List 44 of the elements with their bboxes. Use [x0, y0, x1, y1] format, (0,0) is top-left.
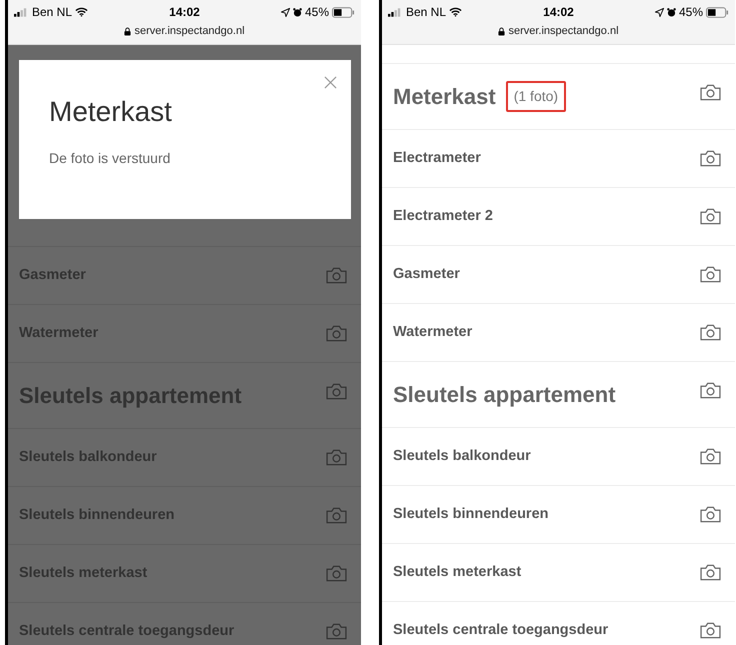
- lock-icon: [498, 26, 506, 36]
- battery-icon: [332, 6, 355, 18]
- location-arrow-icon: [280, 8, 290, 16]
- item-label: Sleutels binnendeuren: [393, 504, 548, 524]
- wifi-icon: [449, 7, 462, 17]
- camera-icon[interactable]: [700, 208, 721, 225]
- camera-icon[interactable]: [700, 506, 721, 523]
- status-time: 14:02: [542, 4, 575, 21]
- camera-icon[interactable]: [700, 266, 721, 283]
- alarm-clock-icon: [292, 8, 302, 16]
- signal-icon: [388, 8, 403, 16]
- alarm-clock-icon: [666, 8, 676, 16]
- camera-icon[interactable]: [700, 150, 721, 167]
- section-heading: Sleutels appartement: [393, 381, 616, 409]
- item-label: Electrameter: [393, 148, 481, 168]
- camera-icon[interactable]: [700, 564, 721, 581]
- carrier-name: Ben NL: [32, 4, 72, 21]
- camera-icon[interactable]: [700, 324, 721, 341]
- camera-icon[interactable]: [700, 382, 721, 399]
- page-url[interactable]: server.inspectandgo.nl: [508, 23, 619, 40]
- status-time: 14:02: [168, 4, 201, 21]
- carrier-name: Ben NL: [406, 4, 446, 21]
- dialog-title: Meterkast: [49, 96, 173, 128]
- section-heading: Meterkast: [393, 83, 496, 111]
- photo-count: (1 foto): [506, 81, 566, 112]
- dialog-message: De foto is verstuurd: [49, 149, 172, 168]
- item-label: Sleutels centrale toegangsdeur: [393, 620, 608, 640]
- item-label: Sleutels balkondeur: [393, 446, 531, 466]
- battery-percent: 45%: [304, 4, 329, 21]
- item-label: Watermeter: [393, 322, 472, 342]
- close-icon[interactable]: [324, 76, 337, 89]
- camera-icon[interactable]: [700, 622, 721, 639]
- item-label: Sleutels meterkast: [393, 562, 522, 582]
- location-arrow-icon: [654, 8, 664, 16]
- battery-percent: 45%: [678, 4, 703, 21]
- page-url[interactable]: server.inspectandgo.nl: [134, 23, 245, 40]
- signal-icon: [14, 8, 29, 16]
- camera-icon[interactable]: [700, 84, 721, 101]
- item-label: Electrameter 2: [393, 206, 493, 226]
- camera-icon[interactable]: [700, 448, 721, 465]
- lock-icon: [124, 26, 132, 36]
- battery-icon: [706, 6, 729, 18]
- wifi-icon: [75, 7, 88, 17]
- item-label: Gasmeter: [393, 264, 460, 284]
